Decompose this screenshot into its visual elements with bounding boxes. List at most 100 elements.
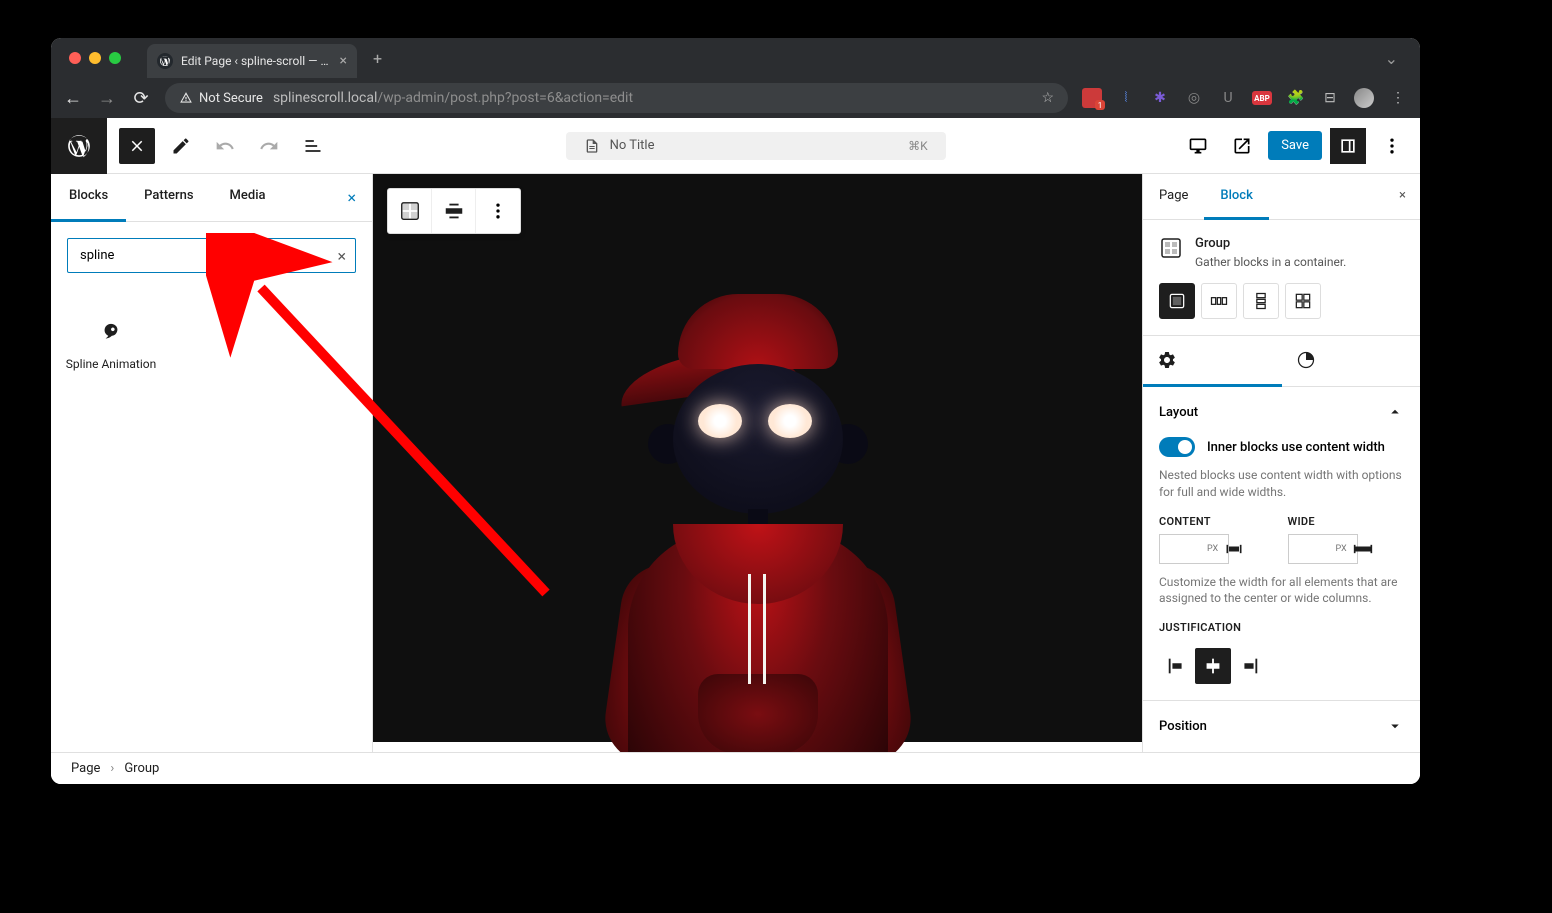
tab-title: Edit Page ‹ spline-scroll — W… [181,54,332,68]
extension-icon-2[interactable]: ⦚ [1116,88,1136,108]
position-heading-label: Position [1159,719,1207,734]
desktop-icon [1188,136,1208,156]
content-width-icon[interactable] [1224,539,1244,559]
block-align-button[interactable] [432,189,476,233]
window-close[interactable] [69,52,81,64]
nav-back-button[interactable]: ← [63,88,83,109]
pencil-icon [171,136,191,156]
width-help-text: Customize the width for all elements tha… [1143,574,1420,622]
justification-label: JUSTIFICATION [1159,621,1404,634]
browser-tab-active[interactable]: Edit Page ‹ spline-scroll — W… × [147,44,357,78]
subtab-settings[interactable] [1143,336,1282,387]
view-button[interactable] [1180,128,1216,164]
list-icon [303,136,323,156]
justify-center[interactable] [1195,648,1231,684]
close-icon [128,137,146,155]
block-search-input[interactable] [67,238,356,273]
tab-patterns[interactable]: Patterns [126,174,211,221]
save-button[interactable]: Save [1268,131,1322,160]
browser-chrome: Edit Page ‹ spline-scroll — W… × + ⌄ ← →… [51,38,1420,118]
external-link-icon [1232,136,1252,156]
wide-width-input[interactable] [1288,534,1358,564]
group-variation-row [1159,283,1404,319]
profile-avatar[interactable] [1354,88,1374,108]
block-results: Spline Animation [51,289,372,403]
align-full-icon [443,200,465,222]
content-width-toggle[interactable] [1159,437,1195,457]
settings-sidebar-toggle[interactable] [1330,128,1366,164]
settings-tabs: Page Block × [1143,174,1420,220]
new-tab-button[interactable]: + [373,49,382,68]
close-inserter-button[interactable] [119,128,155,164]
clear-search-button[interactable]: × [337,246,346,265]
nav-reload-button[interactable]: ⟳ [131,88,151,109]
extension-icon-4[interactable]: ◎ [1184,88,1204,108]
redo-button[interactable] [251,128,287,164]
security-badge[interactable]: Not Secure [179,91,263,106]
page-icon [584,138,600,154]
variation-row[interactable] [1201,283,1237,319]
inserter-close-button[interactable]: × [331,174,372,221]
variation-group[interactable] [1159,283,1195,319]
justify-right[interactable] [1231,648,1267,684]
extension-icon-3[interactable]: ✱ [1150,88,1170,108]
spline-icon [97,319,125,347]
justify-left[interactable] [1159,648,1195,684]
extension-icon-5[interactable]: U [1218,88,1238,108]
document-title-bar[interactable]: No Title ⌘K [566,132,946,160]
variation-stack[interactable] [1243,283,1279,319]
tab-close-icon[interactable]: × [340,53,347,69]
document-overview-button[interactable] [295,128,331,164]
url-field[interactable]: Not Secure splinescroll.local/wp-admin/p… [165,83,1068,113]
wide-width-icon[interactable] [1353,539,1373,559]
tabs-overflow-button[interactable]: ⌄ [1373,49,1410,68]
position-panel-heading[interactable]: Position [1143,701,1420,751]
block-result-label: Spline Animation [65,357,157,373]
variation-grid[interactable] [1285,283,1321,319]
editor-canvas-area [373,174,1142,752]
breadcrumb-current[interactable]: Group [124,761,159,776]
undo-button[interactable] [207,128,243,164]
more-vertical-icon [488,201,508,221]
undo-icon [215,136,235,156]
block-type-button[interactable] [388,189,432,233]
breadcrumb-root[interactable]: Page [71,761,100,776]
editor-canvas[interactable] [373,174,1142,742]
tab-block-settings[interactable]: Block [1204,174,1268,220]
extension-icons: ⦚ ✱ ◎ U ABP 🧩 ⊟ ⋮ [1082,88,1408,108]
tab-bar: Edit Page ‹ spline-scroll — W… × + ⌄ [51,38,1420,78]
block-identity-section: Group Gather blocks in a container. [1143,220,1420,336]
settings-close-button[interactable]: × [1385,174,1420,219]
chevron-up-icon [1386,403,1404,421]
block-search: × [67,238,356,273]
layout-heading-label: Layout [1159,405,1198,420]
subtab-styles[interactable] [1282,336,1421,386]
options-menu-button[interactable] [1374,128,1410,164]
tab-media[interactable]: Media [212,174,284,221]
toggle-label: Inner blocks use content width [1207,440,1385,455]
toggle-help-text: Nested blocks use content width with opt… [1143,467,1420,515]
extension-icon-abp[interactable]: ABP [1252,91,1272,105]
extension-icon-1[interactable] [1082,88,1102,108]
wordpress-logo-button[interactable] [51,118,107,174]
window-minimize[interactable] [89,52,101,64]
nav-forward-button[interactable]: → [97,88,117,109]
bookmark-star-icon[interactable]: ☆ [1041,90,1054,106]
browser-menu-icon[interactable]: ⋮ [1388,88,1408,108]
window-maximize[interactable] [109,52,121,64]
tab-page-settings[interactable]: Page [1143,174,1204,219]
side-panel-icon[interactable]: ⊟ [1320,88,1340,108]
redo-icon [259,136,279,156]
more-vertical-icon [1382,136,1402,156]
tools-button[interactable] [163,128,199,164]
extensions-menu-icon[interactable]: 🧩 [1286,88,1306,108]
group-block-icon [1159,236,1183,260]
content-width-input[interactable] [1159,534,1229,564]
block-options-button[interactable] [476,189,520,233]
preview-button[interactable] [1224,128,1260,164]
layout-panel-heading[interactable]: Layout [1143,387,1420,437]
window-controls [69,52,121,64]
tab-blocks[interactable]: Blocks [51,174,126,222]
block-spline-animation[interactable]: Spline Animation [61,309,161,383]
address-bar: ← → ⟳ Not Secure splinescroll.local/wp-a… [51,78,1420,118]
